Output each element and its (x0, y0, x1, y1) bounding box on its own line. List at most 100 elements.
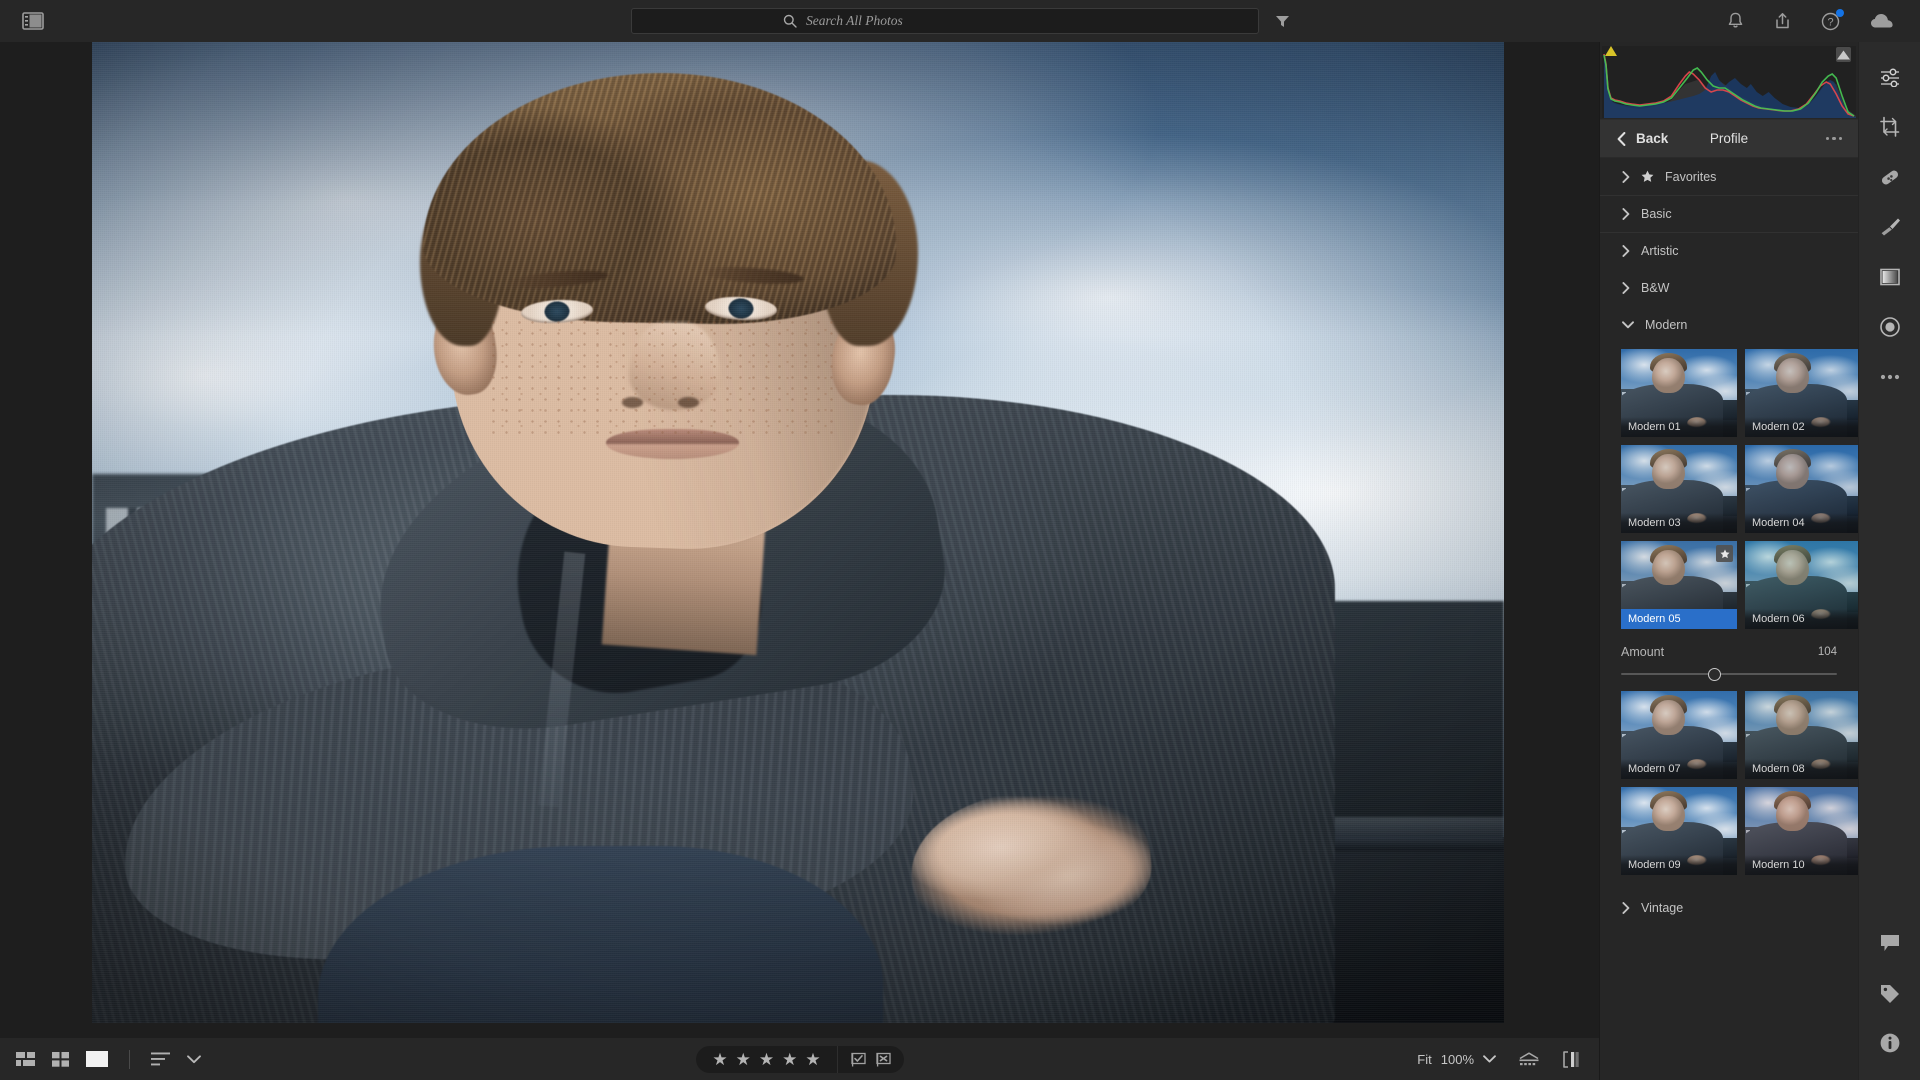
amount-slider-knob[interactable] (1708, 667, 1722, 681)
preset-modern-07[interactable]: Modern 07 (1621, 691, 1737, 779)
favorite-star-badge[interactable] (1716, 545, 1733, 562)
tool-rail (1858, 42, 1920, 1080)
search-icon (783, 14, 797, 28)
amount-slider-block: Amount 104 (1600, 629, 1858, 685)
topbar-left (0, 12, 330, 30)
preset-label: Modern 10 (1745, 855, 1858, 875)
back-label: Back (1636, 131, 1669, 146)
group-modern[interactable]: Modern (1600, 306, 1858, 343)
group-label-vintage: Vintage (1641, 900, 1684, 915)
group-label-favorites: Favorites (1665, 169, 1717, 184)
group-favorites[interactable]: Favorites (1600, 158, 1858, 195)
bell-icon[interactable] (1727, 12, 1744, 30)
panel-toggle-icon[interactable] (22, 12, 44, 30)
sort-icon[interactable] (151, 1052, 170, 1066)
star-1[interactable]: ★ (712, 1051, 727, 1068)
lightroom-window: ? (0, 0, 1920, 1080)
histogram-collapse-icon[interactable] (1836, 47, 1851, 62)
flag-reject-icon[interactable] (875, 1052, 891, 1067)
preset-modern-04[interactable]: Modern 04 (1745, 445, 1858, 533)
preset-modern-05[interactable]: Modern 05 (1621, 541, 1737, 629)
more-tools-icon[interactable] (1859, 352, 1920, 402)
right-panel: Back Profile Favorites Basic Artistic B&… (1600, 42, 1858, 1080)
amount-label: Amount (1621, 645, 1665, 659)
svg-text:?: ? (1827, 16, 1833, 28)
chevron-right-icon (1622, 281, 1630, 294)
star-5[interactable]: ★ (805, 1051, 820, 1068)
star-4[interactable]: ★ (782, 1051, 797, 1068)
search-bar[interactable] (630, 8, 1259, 34)
chevron-right-icon (1622, 208, 1630, 220)
preset-label: Modern 01 (1621, 417, 1737, 437)
gradient-mask-icon[interactable] (1859, 252, 1920, 302)
preset-modern-01[interactable]: Modern 01 (1621, 349, 1737, 437)
preset-modern-10[interactable]: Modern 10 (1745, 787, 1858, 875)
chevron-right-icon (1622, 245, 1630, 257)
preset-modern-06[interactable]: Modern 06 (1745, 541, 1858, 629)
single-photo-icon[interactable] (86, 1051, 108, 1067)
zoom-control[interactable]: Fit 100% (1417, 1052, 1496, 1067)
filter-funnel-icon[interactable] (1275, 14, 1290, 28)
bottom-toolbar: ★ ★ ★ ★ ★ Fit 100% (0, 1038, 1600, 1080)
preset-label: Modern 06 (1745, 609, 1858, 629)
star-2[interactable]: ★ (736, 1051, 751, 1068)
crop-icon[interactable] (1859, 102, 1920, 152)
group-label-basic: Basic (1641, 207, 1672, 221)
chevron-right-icon (1622, 170, 1630, 183)
edit-sliders-icon[interactable] (1859, 52, 1920, 102)
search-input[interactable] (806, 13, 1106, 29)
group-label-bw: B&W (1641, 280, 1670, 295)
back-button[interactable]: Back (1600, 131, 1668, 146)
group-basic[interactable]: Basic (1600, 195, 1858, 232)
preset-label: Modern 07 (1621, 759, 1737, 779)
amount-header: Amount 104 (1621, 645, 1837, 659)
chevron-down-icon[interactable] (1483, 1055, 1496, 1063)
square-grid-icon[interactable] (52, 1051, 69, 1067)
chevron-down-icon[interactable] (187, 1054, 201, 1064)
zoom-level-label: 100% (1440, 1051, 1474, 1067)
preset-modern-03[interactable]: Modern 03 (1621, 445, 1737, 533)
star-rating[interactable]: ★ ★ ★ ★ ★ (696, 1051, 836, 1068)
amount-slider-track[interactable] (1621, 667, 1837, 681)
before-after-icon[interactable] (1562, 1050, 1580, 1068)
star-3[interactable]: ★ (759, 1051, 774, 1068)
histogram[interactable] (1600, 42, 1858, 120)
group-vintage[interactable]: Vintage (1600, 889, 1858, 926)
info-icon[interactable] (1859, 1018, 1920, 1068)
tag-icon[interactable] (1859, 968, 1920, 1018)
preset-modern-08[interactable]: Modern 08 (1745, 691, 1858, 779)
share-icon[interactable] (1774, 12, 1791, 30)
star-icon (1641, 170, 1654, 183)
bottombar-center: ★ ★ ★ ★ ★ (420, 1045, 1180, 1073)
flag-controls (838, 1052, 904, 1067)
cloud-icon[interactable] (1870, 13, 1894, 30)
comment-icon[interactable] (1859, 918, 1920, 968)
filmstrip-icon[interactable] (1518, 1051, 1540, 1067)
masonry-grid-icon[interactable] (16, 1051, 35, 1067)
rating-and-flag-bar: ★ ★ ★ ★ ★ (696, 1045, 904, 1073)
preset-label: Modern 03 (1621, 513, 1737, 533)
zoom-fit-label: Fit (1417, 1051, 1432, 1067)
preset-modern-09[interactable]: Modern 09 (1621, 787, 1737, 875)
flag-pick-icon[interactable] (850, 1052, 866, 1067)
help-circle-icon[interactable]: ? (1821, 8, 1844, 31)
preset-modern-02[interactable]: Modern 02 (1745, 349, 1858, 437)
radial-optics-icon[interactable] (1859, 302, 1920, 352)
profile-list[interactable]: Favorites Basic Artistic B&W Modern Mode… (1600, 158, 1858, 1080)
preset-label: Modern 05 (1621, 609, 1737, 629)
group-bw[interactable]: B&W (1600, 269, 1858, 306)
topbar-center (330, 8, 1590, 34)
shadow-clipping-indicator[interactable] (1605, 46, 1617, 56)
group-artistic[interactable]: Artistic (1600, 232, 1858, 269)
more-options-icon[interactable] (1825, 136, 1859, 141)
profile-panel-header: Back Profile (1600, 120, 1858, 158)
brush-icon[interactable] (1859, 202, 1920, 252)
bottombar-right: Fit 100% (1180, 1050, 1600, 1068)
amount-value: 104 (1817, 646, 1837, 658)
histogram-plot (1602, 46, 1856, 118)
preset-label: Modern 09 (1621, 855, 1737, 875)
topbar-right: ? (1590, 8, 1920, 31)
healing-brush-icon[interactable] (1859, 152, 1920, 202)
chevron-down-icon (1622, 320, 1634, 329)
main-photo[interactable] (92, 42, 1504, 1023)
